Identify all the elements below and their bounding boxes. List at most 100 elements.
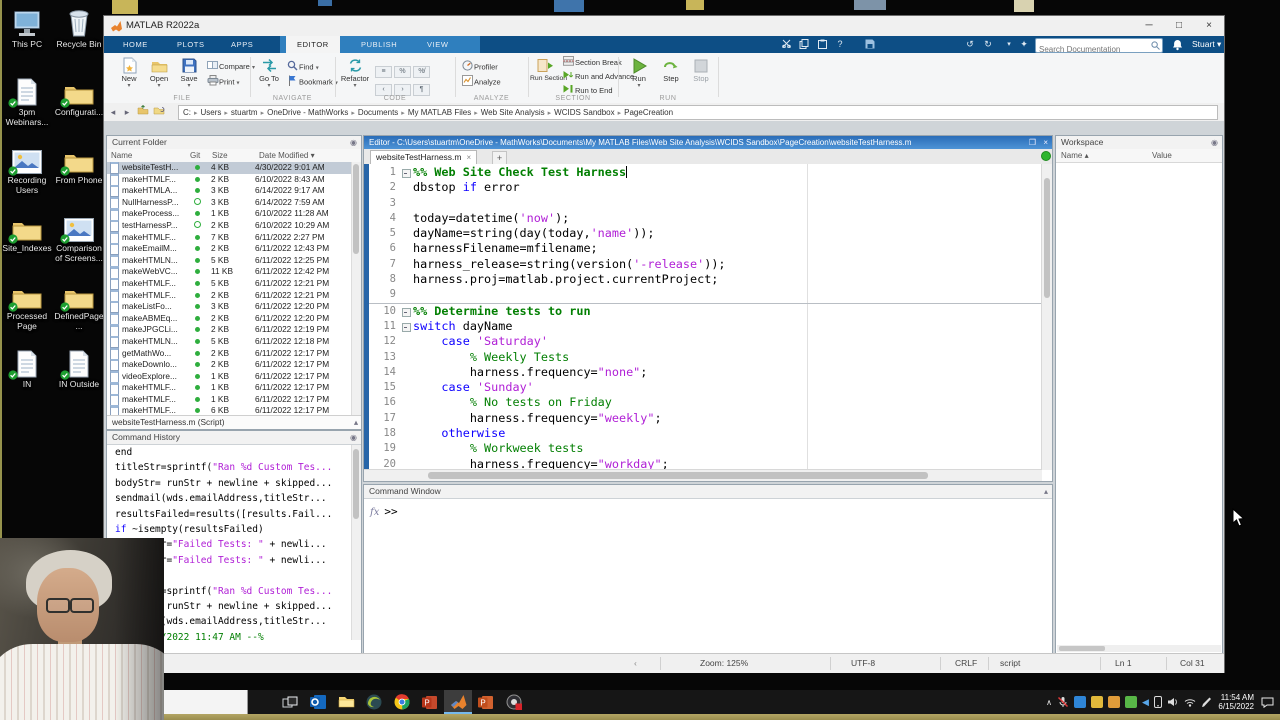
run-button[interactable]: Run▾ (624, 56, 654, 89)
file-row[interactable]: makeWebVC...11 KB6/11/2022 12:42 PM (107, 266, 352, 278)
current-folder-header[interactable]: Current Folder◉ (107, 136, 361, 150)
file-row[interactable]: makeHTMLN...5 KB6/11/2022 12:18 PM (107, 336, 352, 348)
editor-close-icon[interactable]: × (1043, 136, 1048, 149)
file-row[interactable]: makeHTMLA...3 KB6/14/2022 9:17 AM (107, 185, 352, 197)
file-row[interactable]: makeABMEq...2 KB6/11/2022 12:20 PM (107, 313, 352, 325)
tab-publish[interactable]: PUBLISH (350, 36, 408, 53)
share-arrow-icon[interactable]: ◀ (1139, 690, 1151, 714)
mic-muted-icon[interactable] (1054, 690, 1071, 714)
network-icon[interactable] (1181, 690, 1198, 714)
run-section-button[interactable]: Run Section (530, 56, 560, 83)
compare-button[interactable]: Compare ▾ (206, 60, 255, 73)
desktop-icon-in-outside[interactable]: IN Outside (54, 346, 104, 390)
file-row[interactable]: testHarnessP...2 KB6/10/2022 10:29 AM (107, 220, 352, 232)
fx-hint[interactable]: fx (370, 507, 384, 518)
col-git[interactable]: Git (190, 149, 212, 162)
history-line[interactable]: if ~isempty(resultsFailed) (107, 522, 352, 537)
desktop-icon-definedpage-[interactable]: DefinedPage... (54, 278, 104, 331)
phone-icon[interactable] (1151, 690, 1164, 714)
panel-menu-icon[interactable]: ◉ (350, 431, 357, 444)
window-titlebar[interactable]: MATLAB R2022a ─ □ × (104, 16, 1224, 37)
file-row[interactable]: makeHTMLF...2 KB6/10/2022 8:43 AM (107, 174, 352, 186)
cut-icon[interactable] (780, 39, 792, 50)
uncomment-icon[interactable]: %̸ (413, 66, 430, 78)
notifications-bell-icon[interactable] (1172, 39, 1183, 51)
file-row[interactable]: makeProcess...1 KB6/10/2022 11:28 AM (107, 208, 352, 220)
desktop-icon-in[interactable]: IN (2, 346, 52, 390)
breadcrumb-segment[interactable]: Web Site Analysis (481, 108, 545, 117)
ws-col-value[interactable]: Value (1152, 149, 1172, 162)
desktop-icon-recording-users[interactable]: Recording Users (2, 142, 52, 195)
breadcrumb-segment[interactable]: OneDrive - MathWorks (267, 108, 348, 117)
save-quick-icon[interactable] (864, 39, 876, 50)
chevron-up-icon[interactable]: ∧ (1044, 690, 1055, 714)
zoom-level[interactable]: Zoom: 125% (700, 654, 748, 673)
editor-hscrollbar[interactable] (364, 469, 1042, 481)
file-row[interactable]: makeListFo...3 KB6/11/2022 12:20 PM (107, 301, 352, 313)
refactor-button[interactable]: Refactor▾ (340, 56, 370, 89)
recorder-icon[interactable] (500, 690, 528, 714)
clock[interactable]: 11:54 AM6/15/2022 (1214, 690, 1258, 714)
close-button[interactable]: × (1194, 16, 1224, 36)
desktop-icon-comparison-of-screens-[interactable]: Comparison of Screens... (54, 210, 104, 263)
tab-close-icon[interactable]: × (462, 153, 472, 162)
desktop-icon-site-indexes[interactable]: Site_Indexes (2, 210, 52, 254)
tab-plots[interactable]: PLOTS (166, 36, 216, 53)
file-row[interactable]: makeDownlo...2 KB6/11/2022 12:17 PM (107, 359, 352, 371)
workspace-hscrollbar[interactable] (1057, 645, 1221, 652)
comment-icon[interactable]: % (394, 66, 411, 78)
desktop-icon-this-pc[interactable]: This PC (2, 6, 52, 50)
tab-apps[interactable]: APPS (220, 36, 264, 53)
file-row[interactable]: NullHarnessP...3 KB6/14/2022 7:59 AM (107, 197, 352, 209)
file-row[interactable]: getMathWo...2 KB6/11/2022 12:17 PM (107, 348, 352, 360)
section-break-button[interactable]: Section Break (562, 56, 622, 69)
copy-icon[interactable] (798, 39, 810, 50)
folder-column-headers[interactable]: Name Git Size Date Modified ▾ (107, 149, 361, 163)
desktop-icon-processed-page[interactable]: Processed Page (2, 278, 52, 331)
fold-icon[interactable] (402, 323, 411, 332)
history-line[interactable]: resultsFailed=results([results.Fail... (107, 507, 352, 522)
app-blue-icon[interactable] (1071, 690, 1088, 714)
command-prompt[interactable]: fx>> (370, 505, 398, 518)
breadcrumb-segment[interactable]: Users (201, 108, 222, 117)
bookmark-button[interactable]: Bookmark ▾ (286, 75, 338, 88)
file-row[interactable]: makeHTMLF...5 KB6/11/2022 12:21 PM (107, 278, 352, 290)
editor-file-tab[interactable]: websiteTestHarness.m× (370, 150, 477, 165)
breadcrumb-segment[interactable]: PageCreation (624, 108, 673, 117)
col-name[interactable]: Name (107, 149, 190, 162)
editor-titlebar[interactable]: Editor - C:\Users\stuartm\OneDrive - Mat… (364, 136, 1052, 149)
wrap-comment-icon[interactable]: ≡ (375, 66, 392, 78)
fold-icon[interactable] (402, 169, 411, 178)
history-scrollbar[interactable] (351, 445, 361, 640)
file-row[interactable]: makeHTMLN...5 KB6/11/2022 12:25 PM (107, 255, 352, 267)
save-button[interactable]: Save▾ (174, 56, 204, 89)
workspace-columns[interactable]: Name ▴ Value (1056, 149, 1222, 163)
undo-icon[interactable]: ↺ (964, 39, 976, 50)
history-line[interactable]: titleStr=sprintf("Ran %d Custom Tes... (107, 460, 352, 475)
line-ending[interactable]: CRLF (955, 654, 977, 673)
action-center-icon[interactable] (1258, 690, 1276, 714)
breadcrumb-segment[interactable]: stuartm (231, 108, 258, 117)
file-row[interactable]: makeJPGCLi...2 KB6/11/2022 12:19 PM (107, 324, 352, 336)
minimize-button[interactable]: ─ (1134, 16, 1164, 36)
history-line[interactable]: end (107, 445, 352, 460)
edge-icon[interactable] (360, 690, 388, 714)
command-window-header[interactable]: Command Window▴ (364, 485, 1052, 499)
breadcrumb[interactable]: C:▸Users▸stuartm▸OneDrive - MathWorks▸Do… (178, 105, 1218, 120)
documentation-search[interactable] (1035, 38, 1163, 53)
user-menu[interactable]: Stuart ▾ (1192, 39, 1221, 50)
desktop-icon-from-phone[interactable]: From Phone (54, 142, 104, 186)
maximize-button[interactable]: □ (1164, 16, 1194, 36)
chrome-icon[interactable] (388, 690, 416, 714)
file-row[interactable]: websiteTestH...4 KB4/30/2022 9:01 AM (107, 162, 352, 174)
file-detail-bar[interactable]: websiteTestHarness.m (Script)▴ (107, 415, 361, 429)
print-button[interactable]: Print ▾ (206, 75, 240, 88)
ws-col-name[interactable]: Name ▴ (1056, 151, 1089, 160)
desktop-icon-3pm-webinars-[interactable]: 3pm Webinars... (2, 74, 52, 127)
outlook-icon[interactable] (304, 690, 332, 714)
matlab-icon[interactable] (444, 690, 472, 714)
desktop-icon-recycle-bin[interactable]: Recycle Bin (54, 6, 104, 50)
breadcrumb-segment[interactable]: WCIDS Sandbox (554, 108, 614, 117)
shortcut-icon[interactable]: ✦ (1018, 39, 1030, 50)
app-yellow-icon[interactable] (1088, 690, 1105, 714)
